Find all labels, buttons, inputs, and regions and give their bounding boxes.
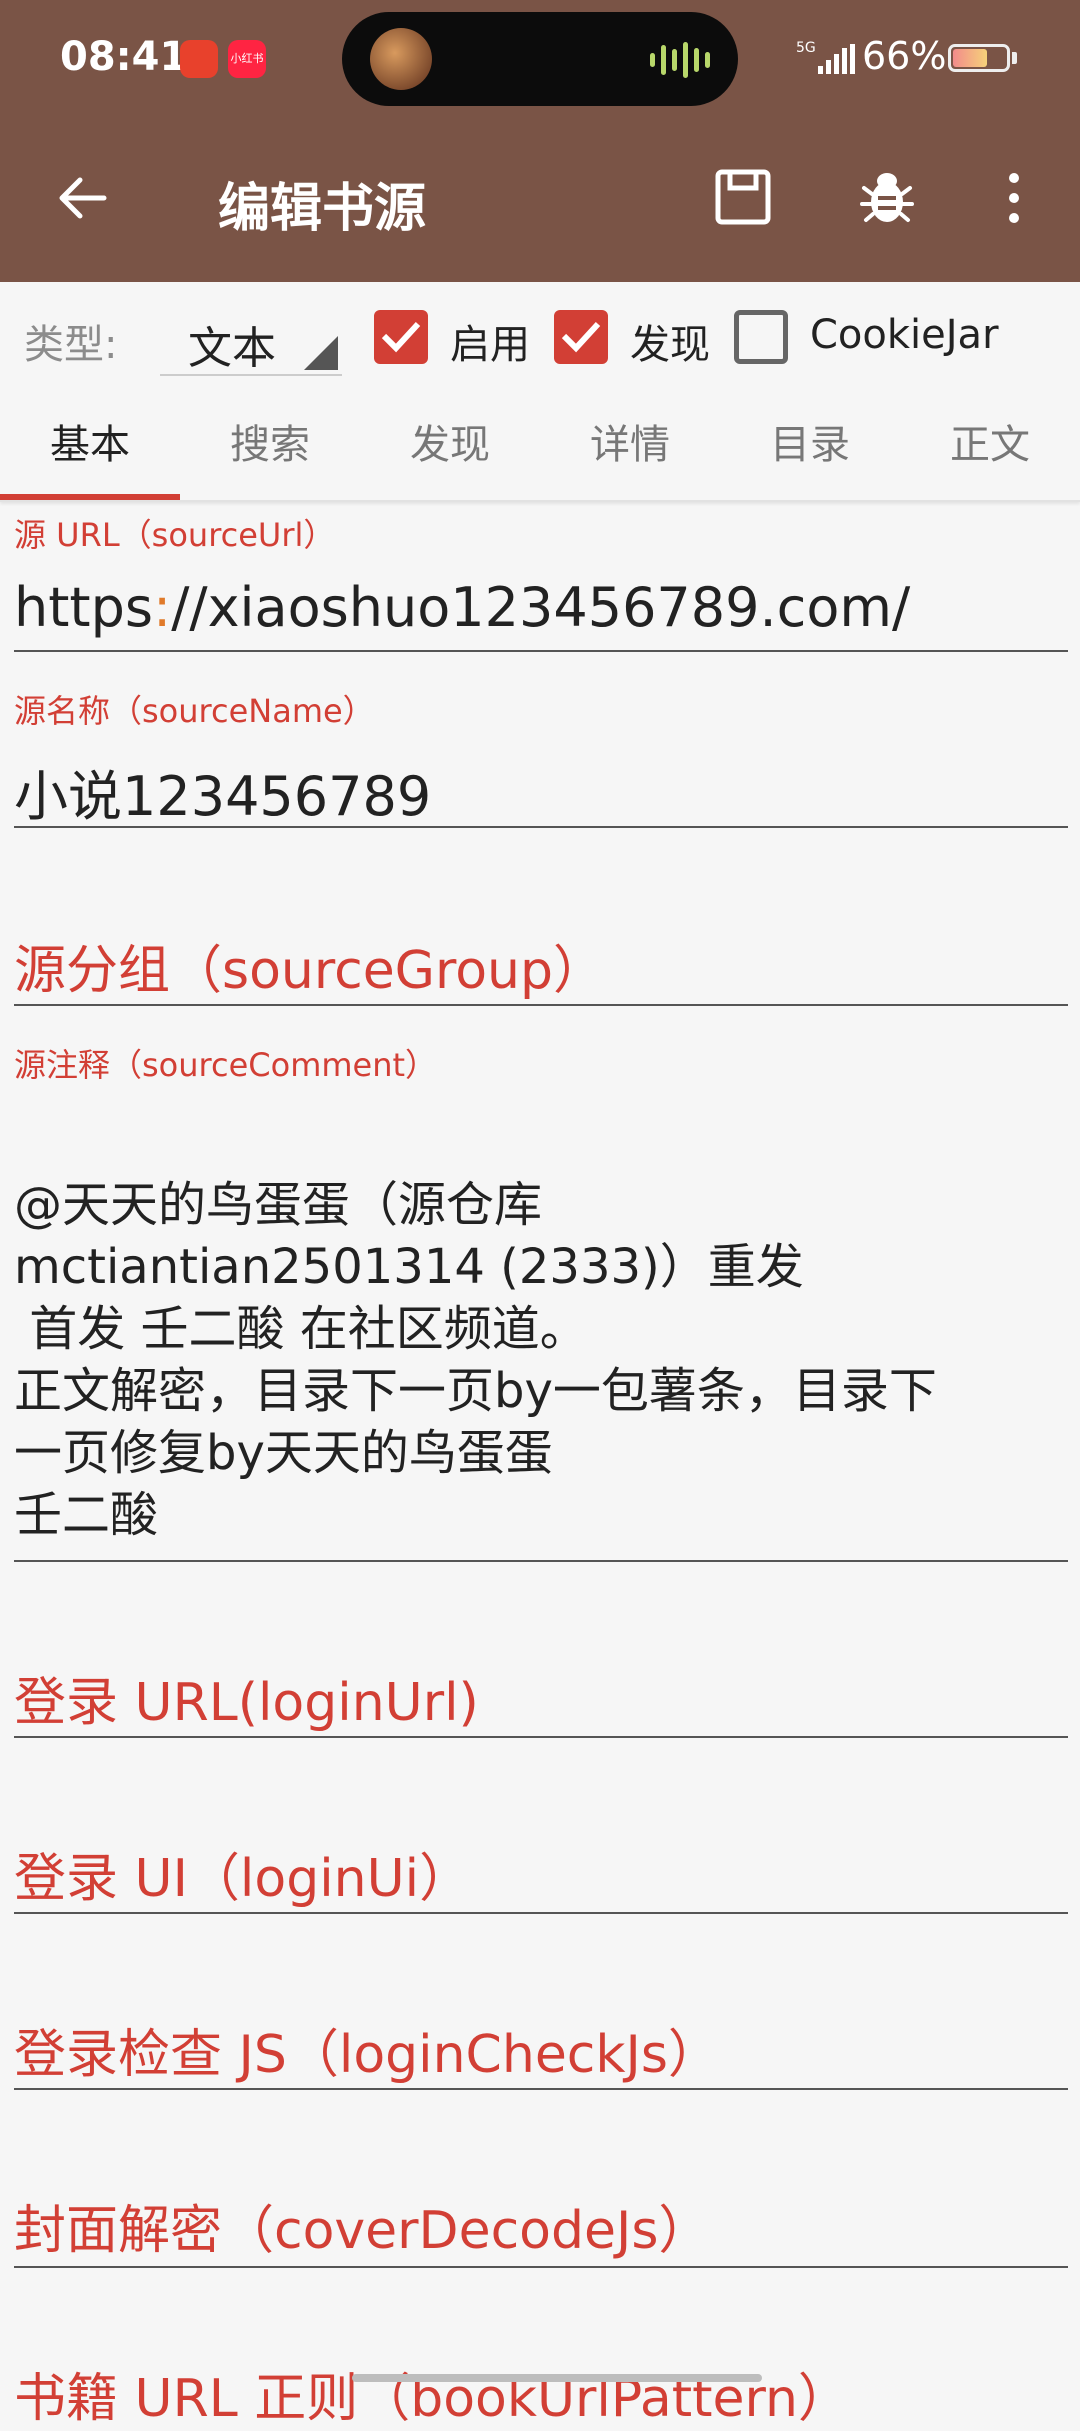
app-bar: 08:41 小红书 5G 66% 编辑书源 <box>0 0 1080 282</box>
login-check-js-underline <box>14 2088 1068 2090</box>
login-check-js-input[interactable]: 登录检查 JS（loginCheckJs） <box>14 2012 720 2087</box>
check-icon <box>561 321 601 353</box>
discover-label: 发现 <box>630 322 710 368</box>
enable-checkbox[interactable] <box>374 310 428 364</box>
dynamic-island[interactable] <box>342 12 738 106</box>
dropdown-arrow-icon <box>304 336 338 370</box>
login-ui-underline <box>14 1912 1068 1914</box>
source-url-label: 源 URL（sourceUrl） <box>14 516 336 554</box>
options-row: 类型: 文本 启用 发现 CookieJar <box>0 282 1080 392</box>
login-url-input[interactable]: 登录 URL(loginUrl) <box>14 1660 479 1735</box>
cover-decode-js-underline <box>14 2266 1068 2268</box>
status-bar: 08:41 小红书 5G 66% <box>0 0 1080 118</box>
source-name-underline <box>14 826 1068 828</box>
source-url-colon: : <box>152 576 172 639</box>
page-title: 编辑书源 <box>218 179 427 239</box>
status-time: 08:41 <box>60 34 188 80</box>
source-name-label: 源名称（sourceName） <box>14 692 375 730</box>
enable-label: 启用 <box>450 322 530 368</box>
type-dropdown[interactable]: 文本 <box>160 304 342 376</box>
cover-decode-js-input[interactable]: 封面解密（coverDecodeJs） <box>14 2188 710 2263</box>
bug-icon[interactable] <box>858 168 916 226</box>
audio-wave-icon <box>650 42 710 78</box>
type-label: 类型: <box>24 322 118 368</box>
source-url-prefix: https <box>14 576 153 639</box>
source-group-underline <box>14 1004 1068 1006</box>
discover-checkbox[interactable] <box>554 310 608 364</box>
tab-indicator <box>0 494 180 500</box>
signal-icon <box>818 44 855 74</box>
source-url-underline <box>14 650 1068 652</box>
arrow-left-icon[interactable] <box>54 170 110 226</box>
tab-detail[interactable]: 详情 <box>540 392 720 500</box>
battery-level <box>953 49 988 67</box>
notification-xiaohongshu-icon: 小红书 <box>228 40 266 78</box>
source-comment-label: 源注释（sourceComment） <box>14 1046 438 1084</box>
tab-toc[interactable]: 目录 <box>720 392 900 500</box>
book-url-pattern-input[interactable]: 书籍 URL 正则（bookUrlPattern） <box>14 2356 850 2431</box>
tab-discover[interactable]: 发现 <box>360 392 540 500</box>
battery-icon <box>948 44 1010 72</box>
media-thumbnail <box>370 28 432 90</box>
battery-cap <box>1012 52 1017 64</box>
notification-app-icon <box>180 40 218 78</box>
check-icon <box>381 321 421 353</box>
tab-search[interactable]: 搜索 <box>180 392 360 500</box>
network-type: 5G <box>796 40 816 56</box>
source-comment-input[interactable]: @天天的鸟蛋蛋（源仓库 mctiantian2501314 (2333)）重发 … <box>14 1174 1064 1546</box>
save-icon[interactable] <box>714 168 772 226</box>
battery-percent: 66% <box>862 34 947 78</box>
source-group-input[interactable]: 源分组（sourceGroup） <box>14 928 605 1003</box>
login-url-underline <box>14 1736 1068 1738</box>
source-url-rest: //xiaoshuo123456789.com/ <box>171 576 911 639</box>
tab-content[interactable]: 正文 <box>900 392 1080 500</box>
type-value: 文本 <box>188 323 276 374</box>
login-ui-input[interactable]: 登录 UI（loginUi） <box>14 1836 471 1911</box>
cookiejar-checkbox[interactable] <box>734 310 788 364</box>
tab-basic[interactable]: 基本 <box>0 392 180 500</box>
more-vert-icon[interactable] <box>1000 170 1028 226</box>
home-indicator[interactable] <box>352 2374 762 2382</box>
source-name-input[interactable]: 小说123456789 <box>14 752 431 831</box>
tab-bar: 基本 搜索 发现 详情 目录 正文 <box>0 392 1080 502</box>
source-comment-underline <box>14 1560 1068 1562</box>
source-url-input[interactable]: https://xiaoshuo123456789.com/ <box>14 576 910 639</box>
cookiejar-label: CookieJar <box>810 312 999 358</box>
